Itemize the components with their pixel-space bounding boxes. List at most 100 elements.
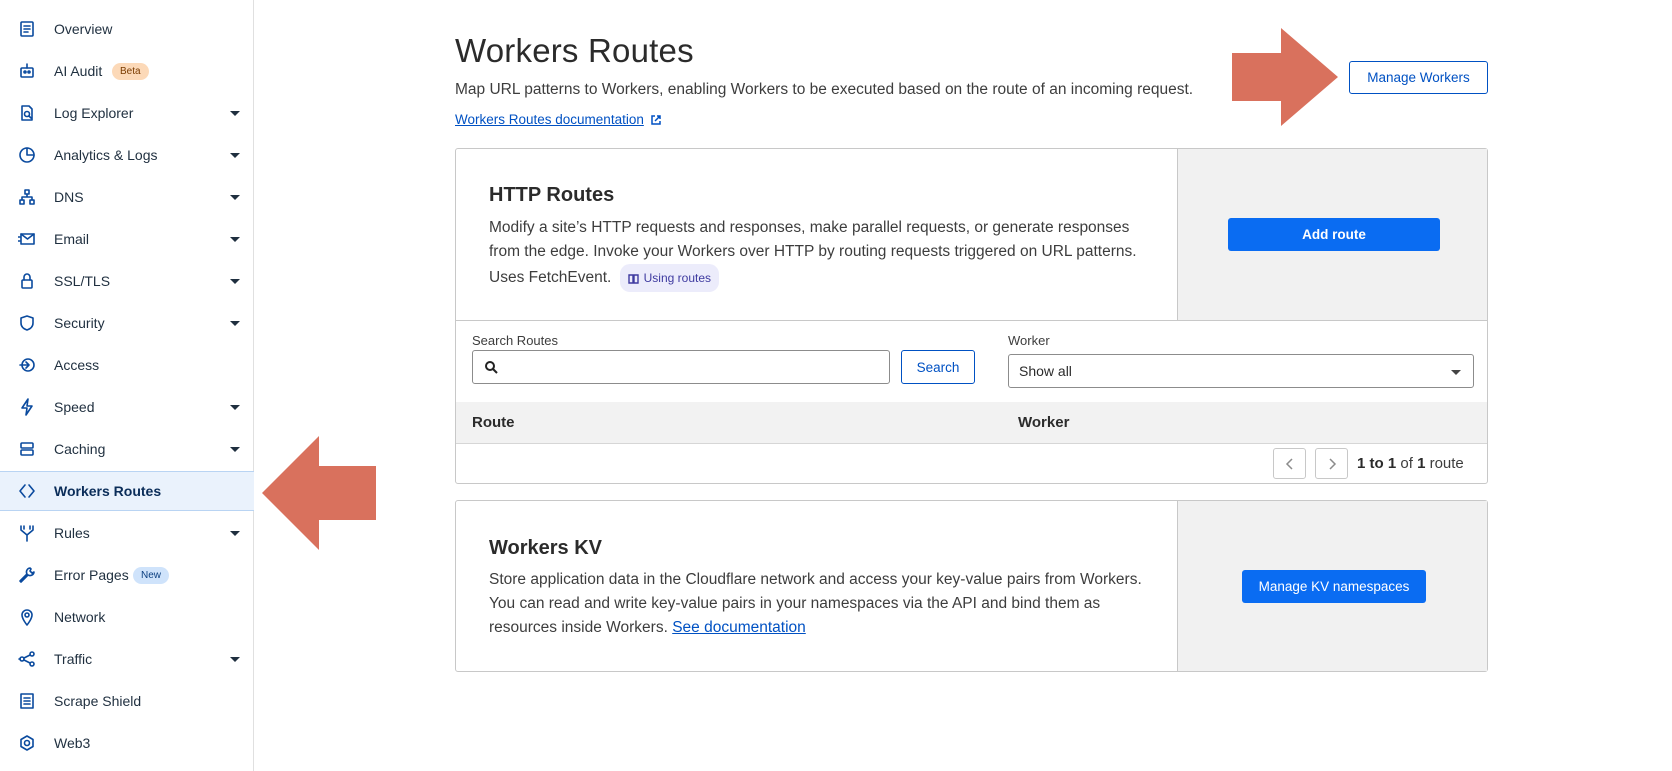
pie-chart-icon [17,145,37,165]
network-tree-icon [17,187,37,207]
see-documentation-link[interactable]: See documentation [672,619,806,636]
chevron-down-icon[interactable] [230,530,240,536]
scrape-shield-icon [17,691,37,711]
location-pin-icon [17,607,37,627]
log-icon [17,103,37,123]
access-icon [17,355,37,375]
workers-kv-card: Workers KV Store application data in the… [455,500,1488,672]
chevron-down-icon[interactable] [230,656,240,662]
manage-workers-button[interactable]: Manage Workers [1349,61,1488,94]
using-routes-chip[interactable]: Using routes [619,264,720,292]
workers-icon [17,481,37,501]
column-worker[interactable]: Worker [1018,414,1069,431]
sidebar-item-caching[interactable]: Caching [0,429,254,469]
chevron-down-icon[interactable] [230,152,240,158]
shield-icon [17,313,37,333]
chevron-down-icon[interactable] [230,194,240,200]
http-routes-card: HTTP Routes Modify a site’s HTTP request… [455,148,1488,484]
robot-icon [17,61,37,81]
sidebar: Overview AI Audit Beta Log Explorer Anal… [0,0,254,771]
workers-kv-description: Store application data in the Cloudflare… [489,568,1149,640]
search-routes-input[interactable] [472,350,890,384]
sidebar-item-ai-audit[interactable]: AI Audit Beta [0,51,254,91]
beta-badge: Beta [112,62,149,80]
sidebar-item-label: AI Audit [54,63,103,79]
worker-filter-value: Show all [1019,363,1072,379]
sidebar-item-error-pages[interactable]: Error Pages New [0,555,254,595]
sidebar-item-label: Analytics & Logs [54,147,158,163]
doc-link-label: Workers Routes documentation [455,112,644,127]
chevron-right-icon [1328,457,1336,470]
sidebar-item-analytics-logs[interactable]: Analytics & Logs [0,135,254,175]
traffic-icon [17,649,37,669]
lock-icon [17,271,37,291]
chevron-down-icon[interactable] [230,236,240,242]
lightning-icon [17,397,37,417]
page-title: Workers Routes [455,32,694,69]
manage-kv-namespaces-button[interactable]: Manage KV namespaces [1242,570,1426,603]
search-routes-label: Search Routes [472,333,558,348]
sidebar-item-label: Log Explorer [54,105,134,121]
sidebar-item-label: DNS [54,189,84,205]
search-button[interactable]: Search [901,350,975,384]
sidebar-item-label: Email [54,231,90,247]
sidebar-item-label: Workers Routes [54,483,162,499]
column-route[interactable]: Route [472,414,515,431]
next-page-button[interactable] [1315,448,1348,479]
chevron-down-icon[interactable] [230,110,240,116]
workers-routes-documentation-link[interactable]: Workers Routes documentation [455,112,662,127]
chevron-left-icon [1285,457,1293,470]
http-routes-title: HTTP Routes [489,184,615,206]
sidebar-item-label: Network [54,609,106,625]
sidebar-item-ssl-tls[interactable]: SSL/TLS [0,261,254,301]
sidebar-item-label: Access [54,357,100,373]
annotation-arrow-left [262,436,376,550]
sidebar-item-log-explorer[interactable]: Log Explorer [0,93,254,133]
sidebar-item-label: Error Pages [54,567,129,583]
http-routes-description-text: Modify a site’s HTTP requests and respon… [489,219,1137,287]
workers-kv-title: Workers KV [489,537,603,559]
worker-filter-select[interactable]: Show all [1008,354,1474,388]
sidebar-item-email[interactable]: Email [0,219,254,259]
book-icon [627,273,639,284]
sidebar-item-dns[interactable]: DNS [0,177,254,217]
server-icon [17,439,37,459]
previous-page-button[interactable] [1273,448,1306,479]
chevron-down-icon[interactable] [230,404,240,410]
funnel-icon [17,523,37,543]
search-icon [485,361,498,374]
chevron-down-icon [1451,370,1461,375]
worker-filter-label: Worker [1008,333,1050,348]
sidebar-item-scrape-shield[interactable]: Scrape Shield [0,681,254,721]
sidebar-item-security[interactable]: Security [0,303,254,343]
chevron-down-icon[interactable] [230,446,240,452]
sidebar-item-label: Caching [54,441,106,457]
sidebar-item-label: Web3 [54,735,91,751]
sidebar-item-label: Security [54,315,105,331]
document-icon [17,19,37,39]
sidebar-item-traffic[interactable]: Traffic [0,639,254,679]
chevron-down-icon[interactable] [230,320,240,326]
email-icon [17,229,37,249]
add-route-button[interactable]: Add route [1228,218,1440,251]
sidebar-item-rules[interactable]: Rules [0,513,254,553]
wrench-icon [17,565,37,585]
pagination-summary: 1 to 1 of 1 route [1357,455,1464,472]
sidebar-item-label: Scrape Shield [54,693,142,709]
sidebar-item-web3[interactable]: Web3 [0,723,254,763]
sidebar-item-access[interactable]: Access [0,345,254,385]
using-routes-chip-label: Using routes [643,271,712,285]
sidebar-item-network[interactable]: Network [0,597,254,637]
page-subtitle: Map URL patterns to Workers, enabling Wo… [455,81,1194,98]
workers-kv-description-text: Store application data in the Cloudflare… [489,571,1142,636]
new-badge: New [133,566,170,584]
sidebar-item-label: Speed [54,399,95,415]
chevron-down-icon[interactable] [230,278,240,284]
sidebar-item-label: Traffic [54,651,93,667]
routes-table-header: Route Worker [456,402,1487,444]
external-link-icon [651,114,661,125]
annotation-arrow-right [1232,28,1338,126]
sidebar-item-workers-routes[interactable]: Workers Routes [0,471,254,511]
sidebar-item-overview[interactable]: Overview [0,9,254,49]
sidebar-item-speed[interactable]: Speed [0,387,254,427]
